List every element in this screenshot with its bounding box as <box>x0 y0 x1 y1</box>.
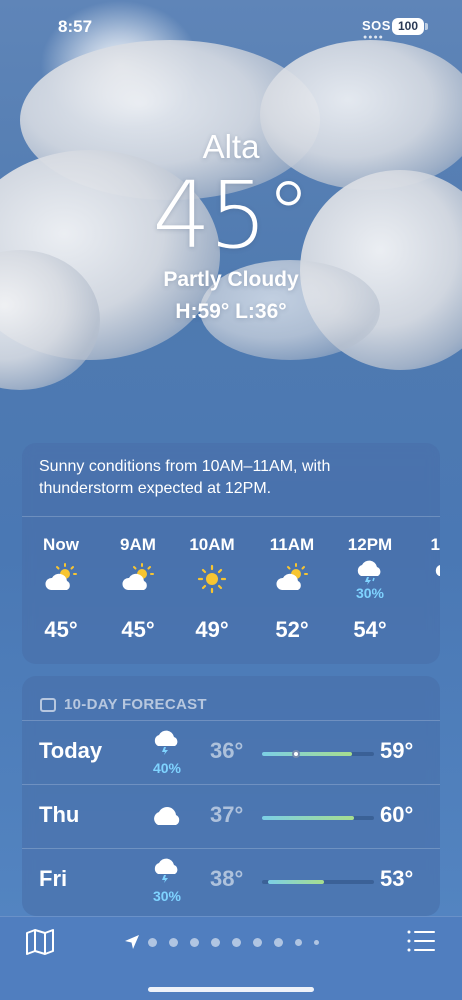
temp-range-fill <box>267 880 324 884</box>
hour-temp: 5 <box>418 617 440 643</box>
low-temp: 36° <box>210 738 244 763</box>
ten-day-title: 10-DAY FORECAST <box>64 696 207 713</box>
day-name: Thu <box>39 802 80 827</box>
page-dot[interactable] <box>274 937 283 947</box>
ten-day-header: 10-DAY FORECAST <box>22 676 440 720</box>
temp-range-bar <box>262 750 374 758</box>
hour-label: 11AM <box>269 535 315 554</box>
condition-text: Partly Cloudy <box>163 268 299 291</box>
forecast-row-thu[interactable]: Thu 37° 60° <box>22 784 440 848</box>
bottom-toolbar <box>0 916 462 1000</box>
page-dot[interactable] <box>190 937 199 947</box>
hour-column: 12PM 30% 54° <box>340 535 400 643</box>
high-low: H:59° L:36° <box>175 300 287 323</box>
day-name: Today <box>39 738 103 763</box>
thunderstorm-icon: 30 <box>418 557 440 597</box>
hourly-forecast-card[interactable]: Sunny conditions from 10AM–11AM, with th… <box>22 443 440 664</box>
precip-chance: 30 <box>418 585 440 601</box>
thunderstorm-icon: 30% <box>142 857 192 905</box>
sun-icon <box>182 557 242 597</box>
page-dot[interactable] <box>232 937 241 947</box>
day-name: Fri <box>39 866 68 891</box>
partly-cloudy-icon <box>31 557 91 597</box>
cloud-icon <box>142 793 192 841</box>
battery-icon: 100 <box>392 18 424 35</box>
high-temp: 60° <box>380 802 414 827</box>
thunderstorm-icon: 30% <box>340 557 400 601</box>
battery-tip <box>425 23 428 30</box>
temp-range-fill <box>262 816 354 820</box>
hour-label: 10AM <box>189 535 235 554</box>
partly-cloudy-icon <box>108 557 168 597</box>
current-weather: Alta 45° Partly Cloudy H:59° L:36° <box>0 128 462 324</box>
high-temp: 53° <box>380 866 414 891</box>
page-dot[interactable] <box>295 938 302 946</box>
page-indicator[interactable] <box>124 933 331 951</box>
temp-range-bar <box>262 880 374 884</box>
hour-label: 12PM <box>347 535 393 554</box>
city-list-icon[interactable] <box>406 929 436 955</box>
home-indicator <box>148 987 314 992</box>
partly-cloudy-icon <box>262 557 322 597</box>
forecast-row-today[interactable]: Today 40% 36° 59° <box>22 720 440 784</box>
page-dot[interactable] <box>314 939 319 945</box>
hour-column: Now 45° <box>31 535 91 643</box>
current-temperature: 45° <box>152 162 311 269</box>
precip-chance: 30% <box>152 888 182 904</box>
ten-day-forecast-card[interactable]: 10-DAY FORECAST Today 40% 36° 59° Thu 37… <box>22 676 440 916</box>
hour-temp: 49° <box>195 617 229 642</box>
page-dot[interactable] <box>148 937 157 947</box>
hourly-strip[interactable]: Now 45° 9AM 45° 10AM 49° 11AM 52° 12PM 3… <box>22 517 440 664</box>
status-bar: 8:57 SOS ●●●● 100 <box>0 0 462 54</box>
calendar-icon <box>40 697 56 712</box>
hour-label: 9AM <box>120 535 156 554</box>
temp-range-bar <box>262 816 374 820</box>
high-temp: 59° <box>380 738 414 763</box>
low-temp: 37° <box>210 802 244 827</box>
precip-chance: 30% <box>355 585 385 601</box>
location-name: Alta <box>202 128 260 165</box>
map-icon[interactable] <box>24 927 56 957</box>
clock: 8:57 <box>58 17 93 36</box>
forecast-summary: Sunny conditions from 10AM–11AM, with th… <box>22 443 440 517</box>
page-dot[interactable] <box>253 937 262 947</box>
location-arrow-icon <box>125 935 139 949</box>
thunderstorm-icon: 40% <box>142 729 192 777</box>
forecast-row-fri[interactable]: Fri 30% 38° 53° <box>22 848 440 912</box>
temp-range-fill <box>262 752 352 756</box>
hour-label: Now <box>43 535 79 554</box>
hour-column: 10AM 49° <box>182 535 242 643</box>
low-temp: 38° <box>210 866 244 891</box>
page-dot[interactable] <box>211 937 220 947</box>
hour-column: 9AM 45° <box>108 535 168 643</box>
hour-column: 11AM 52° <box>262 535 322 643</box>
hour-temp: 45° <box>44 617 78 642</box>
hour-temp: 52° <box>275 617 309 642</box>
precip-chance: 40% <box>152 760 182 776</box>
hour-temp: 54° <box>353 617 387 642</box>
hour-temp: 45° <box>121 617 155 642</box>
current-temp-marker <box>291 750 300 758</box>
page-dot[interactable] <box>169 937 178 947</box>
hour-column: 1PM 30 5 <box>418 535 440 643</box>
hour-label: 1PM <box>430 535 440 554</box>
sos-indicator: SOS <box>362 18 391 33</box>
signal-dots: ●●●● <box>363 34 384 41</box>
